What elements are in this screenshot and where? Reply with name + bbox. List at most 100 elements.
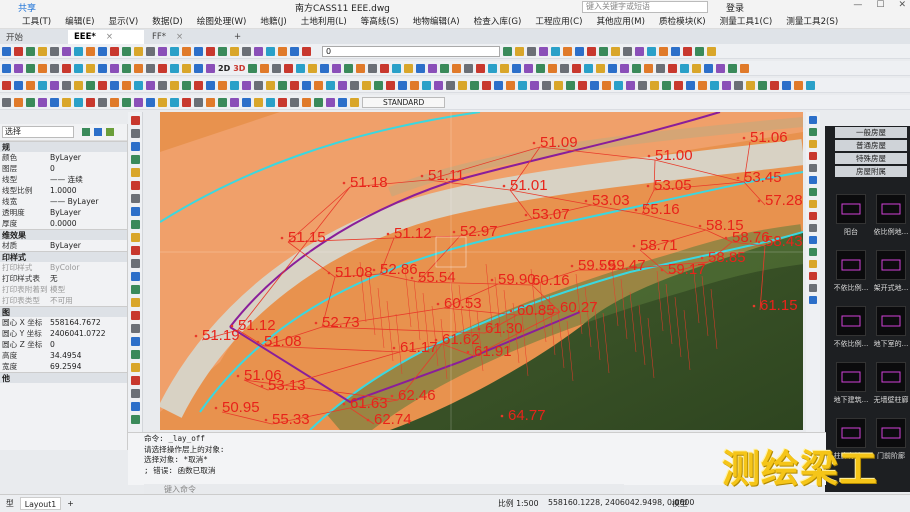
elevation-label[interactable]: 60.16: [532, 272, 570, 289]
toolbar-tool-icon[interactable]: [470, 80, 479, 90]
draw-tool-icon[interactable]: [130, 285, 140, 294]
symbol-item[interactable]: 阳台: [833, 192, 869, 244]
elevation-label[interactable]: 57.28: [765, 192, 803, 209]
toolbar-tool-icon[interactable]: [344, 63, 354, 73]
toolbar-tool-icon[interactable]: [26, 63, 35, 73]
select-objects-icon[interactable]: [94, 128, 102, 136]
toolbar-tool-icon[interactable]: [710, 80, 719, 90]
property-value[interactable]: 0: [50, 339, 127, 350]
toolbar-tool-icon[interactable]: [380, 63, 390, 73]
toolbar-tool-icon[interactable]: [302, 97, 311, 107]
elevation-label[interactable]: 58.85: [708, 249, 746, 266]
property-section-header[interactable]: 印样式: [0, 251, 127, 262]
model-layout-tab[interactable]: 型: [2, 497, 18, 510]
menu-item[interactable]: 工具(T): [22, 15, 51, 27]
property-row[interactable]: 厚度 0.0000: [0, 218, 127, 229]
elevation-label[interactable]: 59.59: [578, 257, 616, 274]
toolbar-tool-icon[interactable]: [170, 63, 179, 73]
elevation-label[interactable]: 58.43: [765, 233, 803, 250]
toolbar-tool-icon[interactable]: [635, 46, 644, 56]
toolbar-tool-icon[interactable]: [62, 46, 71, 56]
selection-select[interactable]: 选择: [2, 126, 74, 138]
toolbar-tool-icon[interactable]: [206, 63, 215, 73]
elevation-label[interactable]: 51.01: [510, 177, 548, 194]
toolbar-tool-icon[interactable]: [254, 46, 263, 56]
toolbar-tool-icon[interactable]: [62, 97, 71, 107]
toolbar-tool-icon[interactable]: [638, 80, 647, 90]
property-section-header[interactable]: 规: [0, 141, 127, 152]
elevation-label[interactable]: 53.07: [532, 206, 570, 223]
toolbar-tool-icon[interactable]: [404, 63, 414, 73]
draw-tool-icon[interactable]: [130, 168, 140, 177]
draw-tool-icon[interactable]: [130, 233, 140, 242]
draw-tool-icon[interactable]: [130, 116, 140, 125]
draw-tool-icon[interactable]: [130, 389, 140, 398]
toolbar-tool-icon[interactable]: [158, 46, 167, 56]
toolbar-tool-icon[interactable]: [50, 63, 59, 73]
toolbar-tool-icon[interactable]: [194, 46, 203, 56]
toolbar-tool-icon[interactable]: [527, 46, 536, 56]
symbol-category-tab[interactable]: 房屋附属: [835, 166, 907, 177]
toolbar-tool-icon[interactable]: [308, 63, 318, 73]
symbol-item[interactable]: 地下室的...: [873, 304, 909, 356]
toolbar-tool-icon[interactable]: [554, 80, 563, 90]
document-tab[interactable]: EEE* ×: [68, 30, 144, 44]
toolbar-tool-icon[interactable]: [626, 80, 635, 90]
menu-item[interactable]: 检查入库(G): [474, 15, 522, 27]
toolbar-tool-icon[interactable]: [110, 97, 119, 107]
toolbar-tool-icon[interactable]: [374, 80, 383, 90]
toolbar-tool-icon[interactable]: [50, 46, 59, 56]
menu-item[interactable]: 土地利用(L): [301, 15, 347, 27]
elevation-label[interactable]: 58.76: [732, 229, 770, 246]
toolbar-tool-icon[interactable]: [536, 63, 546, 73]
toolbar-tool-icon[interactable]: [182, 46, 191, 56]
draw-tool-icon[interactable]: [130, 311, 140, 320]
toolbar-tool-icon[interactable]: [206, 80, 215, 90]
toolbar-tool-icon[interactable]: [146, 97, 155, 107]
toolbar-tool-icon[interactable]: [266, 46, 275, 56]
draw-tool-icon[interactable]: [130, 337, 140, 346]
elevation-label[interactable]: 61.63: [350, 395, 388, 412]
toolbar-tool-icon[interactable]: [590, 80, 599, 90]
toolbar-tool-icon[interactable]: [683, 46, 692, 56]
toolbar-tool-icon[interactable]: [278, 97, 287, 107]
toolbar-tool-icon[interactable]: [284, 63, 294, 73]
toolbar-tool-icon[interactable]: [290, 80, 299, 90]
toolbar-tool-icon[interactable]: [551, 46, 560, 56]
toolbar-tool-icon[interactable]: [26, 46, 35, 56]
elevation-label[interactable]: 51.08: [264, 333, 302, 350]
elevation-label[interactable]: 51.09: [540, 134, 578, 151]
elevation-label[interactable]: 55.54: [418, 269, 456, 286]
elevation-label[interactable]: 58.71: [640, 237, 678, 254]
menu-item[interactable]: 测量工具1(C): [720, 15, 773, 27]
toolbar-tool-icon[interactable]: [194, 97, 203, 107]
toolbar-tool-icon[interactable]: [14, 46, 23, 56]
symbol-item[interactable]: 依比例地...: [873, 192, 909, 244]
elevation-label[interactable]: 59.90: [498, 271, 536, 288]
property-row[interactable]: 线型 —— 连续: [0, 174, 127, 185]
toolbar-tool-icon[interactable]: [98, 80, 107, 90]
toolbar-tool-icon[interactable]: [134, 80, 143, 90]
toolbar-tool-icon[interactable]: [302, 80, 311, 90]
toolbar-tool-icon[interactable]: [158, 80, 167, 90]
toolbar-tool-icon[interactable]: [182, 97, 191, 107]
elevation-label[interactable]: 61.15: [760, 297, 798, 314]
nav-tool-icon[interactable]: [809, 296, 817, 304]
property-row[interactable]: 打印样式表 无: [0, 273, 127, 284]
toolbar-tool-icon[interactable]: [500, 63, 510, 73]
toolbar-tool-icon[interactable]: [650, 80, 659, 90]
toolbar-tool-icon[interactable]: [440, 63, 450, 73]
toggle-pickadd-icon[interactable]: [106, 128, 114, 136]
elevation-label[interactable]: 52.97: [460, 223, 498, 240]
elevation-label[interactable]: 51.12: [394, 225, 432, 242]
toolbar-tool-icon[interactable]: [146, 63, 155, 73]
toolbar-tool-icon[interactable]: [584, 63, 594, 73]
elevation-label[interactable]: 51.08: [335, 264, 373, 281]
toolbar-tool-icon[interactable]: [338, 80, 347, 90]
toolbar-tool-icon[interactable]: [2, 80, 11, 90]
toolbar-tool-icon[interactable]: [296, 63, 306, 73]
toolbar-tool-icon[interactable]: [782, 80, 791, 90]
toolbar-tool-icon[interactable]: [86, 46, 95, 56]
toolbar-tool-icon[interactable]: [539, 46, 548, 56]
toolbar-tool-icon[interactable]: [722, 80, 731, 90]
